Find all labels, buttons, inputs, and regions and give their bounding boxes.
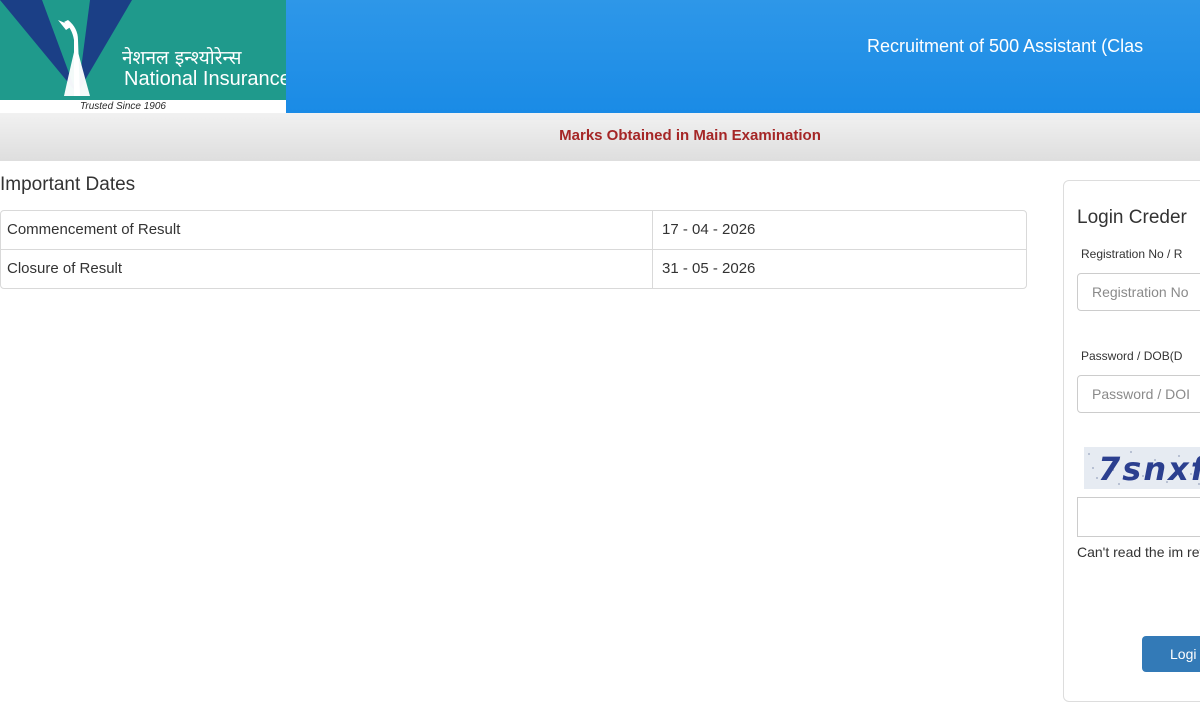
subheader-bar: Marks Obtained in Main Examination xyxy=(0,113,1200,161)
registration-input[interactable]: Registration No xyxy=(1077,273,1200,311)
important-dates-heading: Important Dates xyxy=(0,174,136,195)
table-row: Closure of Result 31 - 05 - 2026 xyxy=(1,250,1026,288)
page-title: Recruitment of 500 Assistant (Clas xyxy=(867,36,1144,56)
captcha-refresh-help[interactable]: Can't read the im refresh. xyxy=(1077,541,1200,563)
password-input[interactable]: Password / DOI xyxy=(1077,375,1200,413)
logo-english-text: National Insurance xyxy=(124,68,286,90)
captcha-text: 7snxf xyxy=(1098,450,1200,488)
table-row: Commencement of Result 17 - 04 - 2026 xyxy=(1,211,1026,250)
registration-label: Registration No / R xyxy=(1081,247,1183,261)
captcha-input[interactable] xyxy=(1077,497,1200,537)
date-label: Commencement of Result xyxy=(1,211,653,249)
date-label: Closure of Result xyxy=(1,250,653,288)
password-label: Password / DOB(D xyxy=(1081,349,1183,363)
site-header: नेशनल इन्श्योरेन्स National Insurance Tr… xyxy=(0,0,1200,113)
captcha-image: 7snxf xyxy=(1084,447,1200,489)
logo-hindi-text: नेशनल इन्श्योरेन्स xyxy=(122,47,242,69)
national-insurance-logo[interactable]: नेशनल इन्श्योरेन्स National Insurance Tr… xyxy=(0,0,286,113)
logo-tagline: Trusted Since 1906 xyxy=(80,101,166,112)
login-heading: Login Creder xyxy=(1077,207,1187,228)
date-value: 31 - 05 - 2026 xyxy=(662,260,756,277)
marks-obtained-link[interactable]: Marks Obtained in Main Examination xyxy=(0,127,1200,144)
important-dates-table: Commencement of Result 17 - 04 - 2026 Cl… xyxy=(0,210,1027,289)
date-value: 17 - 04 - 2026 xyxy=(662,221,756,238)
login-button[interactable]: Logi xyxy=(1142,636,1200,672)
